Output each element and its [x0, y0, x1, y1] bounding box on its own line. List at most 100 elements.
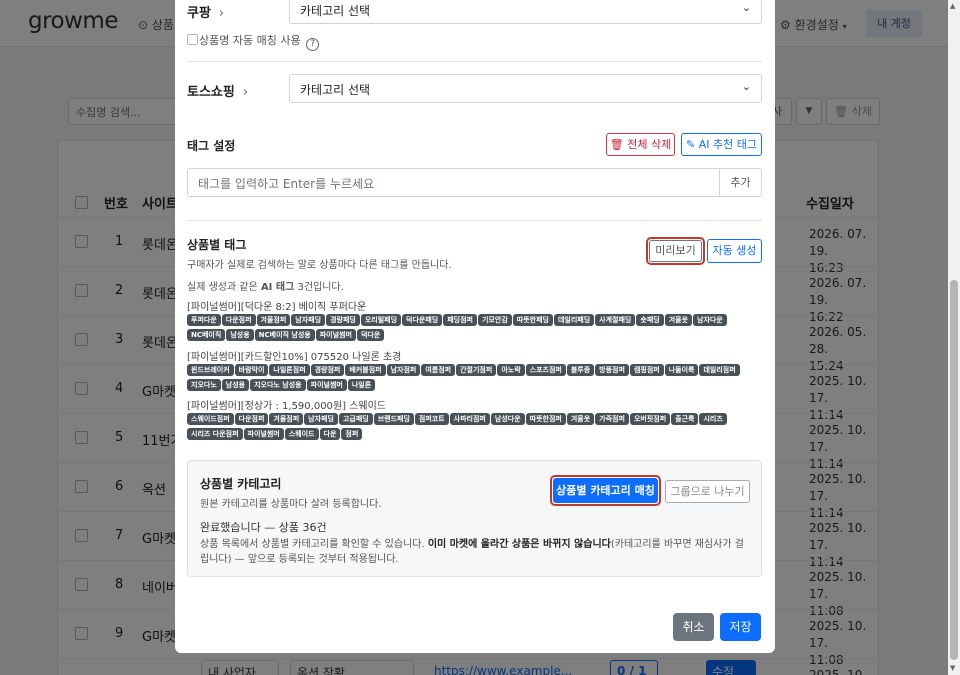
tag-chip: 패딩점퍼 [443, 314, 477, 326]
coupang-category-select[interactable]: 카테고리 선택 ⌄ [289, 0, 762, 24]
tag-chip: 시리즈 다운점퍼 [187, 428, 243, 440]
tag-chip: 바람막이 [234, 364, 269, 376]
tag-chip: 데일리패딩 [553, 314, 595, 326]
tag-chip: 지오다노 [187, 379, 221, 391]
tag-chip: 스포츠점퍼 [525, 364, 566, 376]
tag-chip: NC베이직 남성용 [254, 329, 315, 341]
tag-chip: 기모안감 [478, 314, 512, 326]
tag-chip: 덕다운 [356, 329, 385, 341]
tag-chip: 데일리점퍼 [699, 364, 740, 376]
tag-chip: 스웨이드 [284, 428, 319, 440]
category-title: 상품별 카테고리 [200, 477, 282, 491]
auto-match-label: 상품명 자동 매칭 사용 ? [199, 32, 320, 51]
tag-chip: 나들이룩 [664, 364, 699, 376]
help-icon[interactable]: ? [306, 38, 320, 51]
tag-settings-label: 태그 설정 [187, 139, 236, 153]
per-product-tag-desc: 구매자가 실제로 검색하는 말로 상품마다 다른 태그를 만듭니다. [187, 260, 452, 271]
ai-summary: 실제 생성과 같은 AI 태그 3건입니다. [187, 282, 344, 293]
tag-chip: 남자패딩 [304, 413, 338, 425]
tag-chip: 여름점퍼 [421, 364, 456, 376]
tag-chip: 나일론점퍼 [269, 364, 310, 376]
tag-chip: 간절기점퍼 [456, 364, 497, 376]
tag-chip: 푸퍼다운 [187, 314, 221, 326]
tag-chip: 남성용 [221, 379, 250, 391]
tag-chip: 윈드브레이커 [187, 364, 234, 376]
tag-chip: 경량패딩 [326, 314, 360, 326]
per-product-tag-title: 상품별 태그 [187, 238, 247, 252]
tag-chip: 다운 [319, 428, 341, 440]
coupang-label[interactable]: 쿠팡 › [187, 2, 224, 21]
tag-chip: 스웨이드점퍼 [187, 413, 234, 425]
tag-chip: 배커블점퍼 [345, 364, 386, 376]
tag-chip: 숏패딩 [636, 314, 664, 326]
tag-chip: 나일론 [347, 379, 376, 391]
tag-chip: 겨울점퍼 [269, 413, 304, 425]
tag-chip: 남성용 [226, 329, 254, 341]
ai-recommend-tag-button[interactable]: ✎ AI 추천 태그 [681, 133, 762, 156]
add-tag-button[interactable]: 추가 [720, 168, 762, 197]
tag-chip: 아노락 [497, 364, 525, 376]
tag-chip: 점퍼 [341, 428, 363, 440]
tag-chip: 남성다운 [490, 413, 525, 425]
tag-chip: 시리즈 [699, 413, 727, 425]
tag-chip: 남자점퍼 [386, 364, 421, 376]
category-desc: 원본 카테고리를 상품마다 살려 등록합니다. [200, 499, 382, 510]
category-done-status: 완료했습니다 — 상품 36건 [200, 521, 327, 534]
tag-chip: 따뜻한점퍼 [525, 413, 566, 425]
tag-chip: 경량점퍼 [310, 364, 345, 376]
tag-chip: 파이널썸머 [315, 329, 356, 341]
product-tags-2: 윈드브레이커 바람막이 나일론점퍼 경량점퍼 배커블점퍼 남자점퍼 여름점퍼 간절기점퍼 아노락… [187, 364, 757, 394]
tag-chip: 방풍점퍼 [595, 364, 629, 376]
tag-chip: 지오다노 남성용 [250, 379, 306, 391]
tag-chip: 고급패딩 [338, 413, 373, 425]
scroll-up-arrow-icon[interactable]: ▲ [950, 2, 955, 10]
page-scrollbar[interactable]: ▲ ▼ [948, 0, 960, 675]
tag-chip: 파이널썸머 [306, 379, 347, 391]
toss-label[interactable]: 토스쇼핑 › [187, 81, 248, 100]
settings-modal: 쿠팡 › 카테고리 선택 ⌄ 상품명 자동 매칭 사용 ? 토스쇼핑 › 카테고리 선… [175, 0, 775, 653]
tag-chip: 겨울옷 [566, 413, 595, 425]
delete-all-tags-button[interactable]: 🗑 전체 삭제 [606, 133, 675, 156]
tag-chip: 오리털패딩 [360, 314, 402, 326]
tag-chip: 다운점퍼 [221, 314, 256, 326]
cancel-button[interactable]: 취소 [673, 613, 714, 641]
tag-chip: 출근룩 [671, 413, 699, 425]
chevron-down-icon: ⌄ [741, 80, 751, 93]
auto-generate-button[interactable]: 자동 생성 [707, 239, 762, 263]
tag-chip: NC베이직 [187, 329, 226, 341]
divider [187, 220, 762, 221]
tag-input[interactable]: 태그를 입력하고 Enter를 누르세요 [187, 168, 720, 197]
tag-chip: 점퍼코트 [414, 413, 449, 425]
tag-chip: 남자다운 [693, 314, 727, 326]
tag-chip: 겨울점퍼 [256, 314, 291, 326]
tag-chip: 오버핏점퍼 [629, 413, 671, 425]
save-button[interactable]: 저장 [720, 613, 761, 641]
tag-chip: 다운점퍼 [234, 413, 269, 425]
category-match-button[interactable]: 상품별 카테고리 매칭 [553, 478, 658, 503]
chevron-right-icon: › [242, 85, 249, 100]
tag-chip: 사파리점퍼 [449, 413, 490, 425]
tag-chip: 사계절패딩 [595, 314, 636, 326]
chevron-right-icon: › [218, 6, 225, 21]
toss-category-select[interactable]: 카테고리 선택 ⌄ [289, 74, 762, 103]
group-split-button[interactable]: 그룹으로 나누기 [665, 480, 750, 503]
trash-icon: 🗑 [609, 138, 624, 151]
product-title-1: [파이널썸머][덕다운 8:2] 베이직 푸퍼다운 [187, 302, 367, 313]
tag-chip: 겨울옷 [664, 314, 693, 326]
tag-chip: 파이널썸머 [243, 428, 284, 440]
tag-chip: 브랜드패딩 [373, 413, 414, 425]
scroll-thumb[interactable] [950, 280, 958, 660]
category-panel: 상품별 카테고리 원본 카테고리를 상품마다 살려 등록합니다. 상품별 카테고… [187, 460, 762, 577]
preview-button[interactable]: 미리보기 [649, 240, 702, 262]
scroll-down-arrow-icon[interactable]: ▼ [950, 664, 955, 672]
category-note: 상품 목록에서 상품별 카테고리를 확인할 수 있습니다. 이미 마켓에 올라간… [200, 539, 744, 565]
tag-chip: 따뜻한패딩 [512, 314, 553, 326]
chevron-down-icon: ⌄ [741, 1, 751, 14]
tag-chip: 가죽점퍼 [595, 413, 629, 425]
product-title-2: [파이널썸머][카드할인10%] 075520 나일론 초경 [187, 352, 402, 363]
magic-wand-icon: ✎ [686, 138, 696, 151]
auto-match-checkbox[interactable] [187, 34, 198, 45]
product-title-3: [파이널썸머][정상가 : 1,590,000원] 스웨이드 [187, 401, 387, 412]
product-tags-3: 스웨이드점퍼 다운점퍼 겨울점퍼 남자패딩 고급패딩 브랜드패딩 점퍼코트 사파리점퍼 남성다운… [187, 413, 757, 443]
product-tags-1: 푸퍼다운 다운점퍼 겨울점퍼 남자패딩 경량패딩 오리털패딩 덕다운패딩 패딩점퍼 기모안감 따뜻… [187, 314, 757, 344]
